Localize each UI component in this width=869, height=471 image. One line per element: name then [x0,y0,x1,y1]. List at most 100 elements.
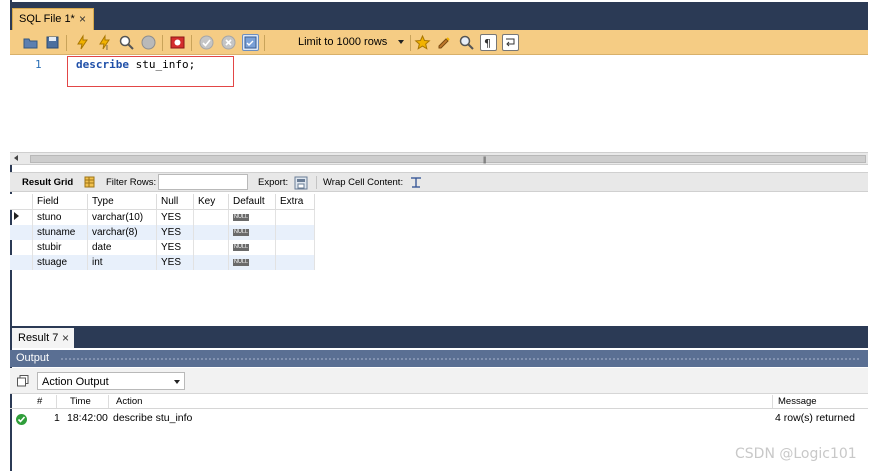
save-icon[interactable] [44,34,61,51]
wrap-icon[interactable] [502,34,519,51]
output-row-time: 18:42:00 [67,412,108,424]
add-snippet-star-icon[interactable] [414,34,431,51]
autocommit-icon[interactable] [242,34,259,51]
success-check-icon [16,414,27,425]
close-icon[interactable]: × [62,331,69,345]
result-tab-strip: Result 7 × [10,326,868,348]
result-grid: Field Type Null Key Default Extra stuno … [10,194,315,270]
cell-key[interactable] [193,240,229,255]
output-title: Output [16,352,50,364]
tab-result-7[interactable]: Result 7 × [12,328,74,348]
null-badge: NULL [233,214,250,221]
editor-horizontal-scrollbar[interactable]: ||| [10,152,868,165]
stop-icon[interactable] [140,34,157,51]
null-badge: NULL [233,244,250,251]
limit-rows-select[interactable]: Limit to 1000 rows [292,34,408,51]
output-row-action: describe stu_info [113,412,193,424]
chevron-down-icon [174,380,180,384]
code-line[interactable]: describe stu_info; [76,58,195,71]
close-icon[interactable]: × [79,12,86,26]
copy-icon[interactable] [17,375,29,387]
scroll-left-icon[interactable] [14,155,18,161]
cell-field[interactable]: stuname [32,225,88,240]
column-header[interactable]: Field [32,194,88,210]
cell-extra[interactable] [275,240,315,255]
sql-editor[interactable]: 1 describe stu_info; [10,55,868,152]
column-header[interactable]: Type [87,194,157,210]
sql-keyword: describe [76,58,129,71]
output-type-value: Action Output [42,376,109,388]
cell-null[interactable]: YES [156,225,194,240]
cell-type[interactable]: date [87,240,157,255]
cell-extra[interactable] [275,209,315,225]
rollback-icon[interactable] [220,34,237,51]
column-header[interactable]: Default [228,194,276,210]
execute-current-icon[interactable]: I [96,34,113,51]
drag-grip[interactable] [60,358,860,360]
column-header-time[interactable]: Time [70,396,91,407]
output-type-select[interactable]: Action Output [37,372,185,390]
open-folder-icon[interactable] [22,34,39,51]
column-header-num[interactable]: # [37,396,42,407]
result-table: Field Type Null Key Default Extra stuno … [10,194,315,270]
grid-view-icon[interactable] [84,176,95,188]
filter-rows-input[interactable] [158,174,248,190]
execute-icon[interactable] [74,34,91,51]
cell-key[interactable] [193,225,229,240]
column-header[interactable]: Key [193,194,229,210]
cell-field[interactable]: stubir [32,240,88,255]
cell-type[interactable]: varchar(10) [87,209,157,225]
cell-field[interactable]: stuage [32,255,88,270]
grip-icon: ||| [483,157,487,164]
cell-default[interactable]: NULL [228,240,276,255]
invisible-chars-icon[interactable]: ¶ [480,34,497,51]
cell-field[interactable]: stuno [32,209,88,225]
table-row[interactable]: stuage int YES NULL [10,255,315,270]
line-number: 1 [35,58,42,71]
tab-sql-file-1[interactable]: SQL File 1* × [12,8,94,30]
cell-key[interactable] [193,209,229,225]
scrollbar-thumb[interactable]: ||| [30,155,866,164]
export-icon[interactable] [294,176,310,190]
table-row[interactable]: stuno varchar(10) YES NULL [10,209,315,225]
explain-icon[interactable] [118,34,135,51]
null-badge: NULL [233,229,250,236]
wrap-cell-content-label: Wrap Cell Content: [323,177,404,188]
column-header[interactable]: Null [156,194,194,210]
output-toolbar: Action Output [10,368,868,394]
table-row[interactable]: stubir date YES NULL [10,240,315,255]
commit-icon[interactable] [198,34,215,51]
sql-statement-rest: stu_info; [128,58,196,71]
output-panel-header: Output [10,350,868,367]
toggle-error-icon[interactable] [169,34,186,51]
output-column-headers: # Time Action Message [10,395,868,409]
output-row[interactable]: 1 18:42:00 describe stu_info 4 row(s) re… [10,410,868,426]
cell-null[interactable]: YES [156,240,194,255]
cell-null[interactable]: YES [156,209,194,225]
table-row[interactable]: stuname varchar(8) YES NULL [10,225,315,240]
null-badge: NULL [233,259,250,266]
result-tab-label: Result 7 [18,332,59,344]
svg-text:I: I [106,45,108,51]
result-grid-label[interactable]: Result Grid [22,177,73,188]
column-header-message[interactable]: Message [778,396,817,407]
cell-default[interactable]: NULL [228,209,276,225]
search-icon[interactable] [458,34,475,51]
filter-rows-label: Filter Rows: [106,177,157,188]
cell-key[interactable] [193,255,229,270]
document-tab-strip: SQL File 1* × [10,2,868,30]
cell-type[interactable]: varchar(8) [87,225,157,240]
cell-extra[interactable] [275,255,315,270]
tab-label: SQL File 1* [19,13,75,25]
beautify-icon[interactable] [436,34,453,51]
column-header-action[interactable]: Action [116,396,142,407]
cell-default[interactable]: NULL [228,255,276,270]
svg-text:¶: ¶ [484,37,491,50]
cell-default[interactable]: NULL [228,225,276,240]
cell-type[interactable]: int [87,255,157,270]
cell-extra[interactable] [275,225,315,240]
wrap-cell-icon[interactable] [410,176,422,189]
output-row-message: 4 row(s) returned [775,412,855,424]
cell-null[interactable]: YES [156,255,194,270]
column-header[interactable]: Extra [275,194,315,210]
